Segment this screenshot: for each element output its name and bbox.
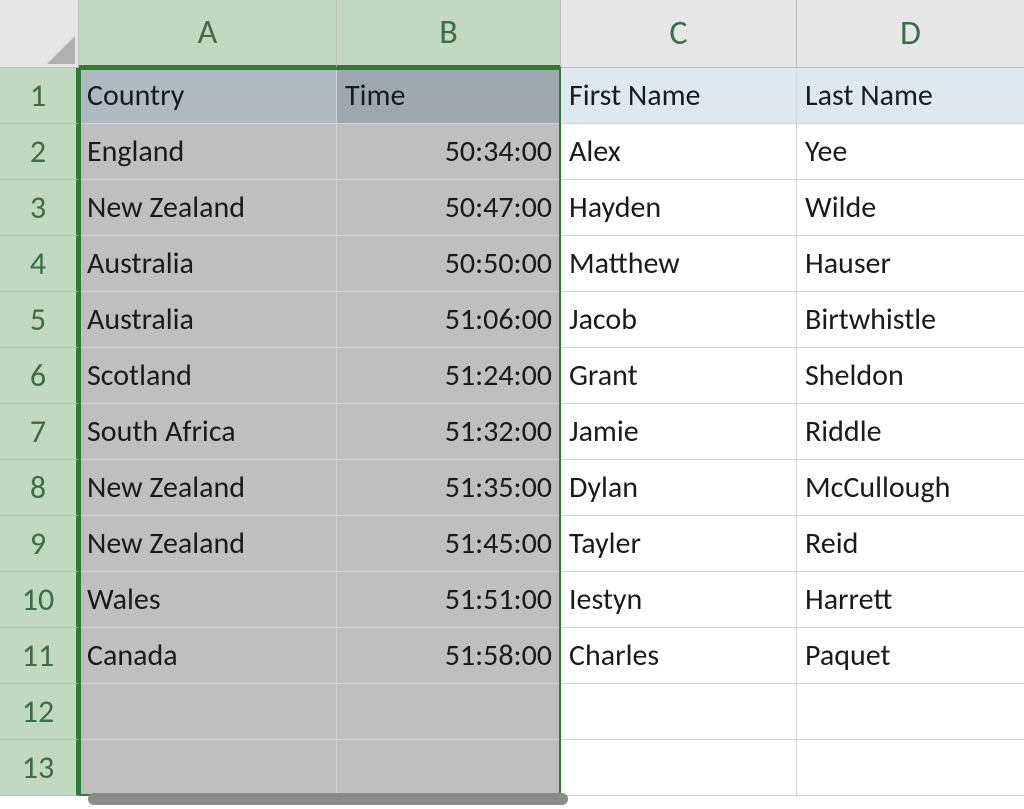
- row-header-13[interactable]: 13: [0, 740, 79, 796]
- select-all-corner[interactable]: [0, 0, 79, 68]
- column-header-C[interactable]: C: [561, 0, 797, 68]
- cell-B7[interactable]: 51:32:00: [337, 404, 561, 460]
- cell-A7[interactable]: South Africa: [79, 404, 337, 460]
- cell-A8[interactable]: New Zealand: [79, 460, 337, 516]
- row-headers: 1 2 3 4 5 6 7 8 9 10 11 12 13: [0, 68, 79, 796]
- cell-A12[interactable]: [79, 684, 337, 740]
- cell-A6[interactable]: Scotland: [79, 348, 337, 404]
- cell-C11[interactable]: Charles: [561, 628, 797, 684]
- spreadsheet: A B C D 1 2 3 4 5 6 7 8 9 10 11 12 13 Co…: [0, 0, 1024, 809]
- cell-C8[interactable]: Dylan: [561, 460, 797, 516]
- cell-B2[interactable]: 50:34:00: [337, 124, 561, 180]
- row-header-3[interactable]: 3: [0, 180, 79, 236]
- cell-D6[interactable]: Sheldon: [797, 348, 1024, 404]
- row-header-6[interactable]: 6: [0, 348, 79, 404]
- cell-B12[interactable]: [337, 684, 561, 740]
- table-row: [79, 684, 1024, 740]
- table-row: South Africa 51:32:00 Jamie Riddle: [79, 404, 1024, 460]
- cell-D12[interactable]: [797, 684, 1024, 740]
- cell-D13[interactable]: [797, 740, 1024, 796]
- select-all-triangle-icon: [47, 36, 75, 64]
- horizontal-scrollbar-thumb[interactable]: [88, 793, 568, 805]
- cell-B6[interactable]: 51:24:00: [337, 348, 561, 404]
- table-row: New Zealand 50:47:00 Hayden Wilde: [79, 180, 1024, 236]
- table-row: Australia 50:50:00 Matthew Hauser: [79, 236, 1024, 292]
- cell-D9[interactable]: Reid: [797, 516, 1024, 572]
- cell-B8[interactable]: 51:35:00: [337, 460, 561, 516]
- table-row: Country Time First Name Last Name: [79, 68, 1024, 124]
- cell-C1[interactable]: First Name: [561, 68, 797, 124]
- cell-A4[interactable]: Australia: [79, 236, 337, 292]
- cell-D1[interactable]: Last Name: [797, 68, 1024, 124]
- table-row: Australia 51:06:00 Jacob Birtwhistle: [79, 292, 1024, 348]
- cell-A1[interactable]: Country: [79, 68, 337, 124]
- row-header-5[interactable]: 5: [0, 292, 79, 348]
- cell-grid: Country Time First Name Last Name Englan…: [79, 68, 1024, 796]
- cell-D10[interactable]: Harrett: [797, 572, 1024, 628]
- row-header-9[interactable]: 9: [0, 516, 79, 572]
- cell-A10[interactable]: Wales: [79, 572, 337, 628]
- cell-C5[interactable]: Jacob: [561, 292, 797, 348]
- cell-D3[interactable]: Wilde: [797, 180, 1024, 236]
- table-row: England 50:34:00 Alex Yee: [79, 124, 1024, 180]
- row-header-12[interactable]: 12: [0, 684, 79, 740]
- row-header-4[interactable]: 4: [0, 236, 79, 292]
- cell-A9[interactable]: New Zealand: [79, 516, 337, 572]
- horizontal-scrollbar[interactable]: [88, 793, 1008, 805]
- cell-C13[interactable]: [561, 740, 797, 796]
- cell-A13[interactable]: [79, 740, 337, 796]
- row-header-2[interactable]: 2: [0, 124, 79, 180]
- row-header-11[interactable]: 11: [0, 628, 79, 684]
- cell-B5[interactable]: 51:06:00: [337, 292, 561, 348]
- cell-B13[interactable]: [337, 740, 561, 796]
- cell-D7[interactable]: Riddle: [797, 404, 1024, 460]
- row-header-1[interactable]: 1: [0, 68, 79, 124]
- cell-A3[interactable]: New Zealand: [79, 180, 337, 236]
- column-header-A[interactable]: A: [79, 0, 337, 68]
- cell-C9[interactable]: Tayler: [561, 516, 797, 572]
- cell-B1[interactable]: Time: [337, 68, 561, 124]
- column-header-D[interactable]: D: [797, 0, 1024, 68]
- cell-B11[interactable]: 51:58:00: [337, 628, 561, 684]
- cell-C4[interactable]: Matthew: [561, 236, 797, 292]
- row-header-8[interactable]: 8: [0, 460, 79, 516]
- cell-C6[interactable]: Grant: [561, 348, 797, 404]
- cell-C12[interactable]: [561, 684, 797, 740]
- table-row: [79, 740, 1024, 796]
- row-header-10[interactable]: 10: [0, 572, 79, 628]
- table-row: Canada 51:58:00 Charles Paquet: [79, 628, 1024, 684]
- cell-B4[interactable]: 50:50:00: [337, 236, 561, 292]
- cell-B3[interactable]: 50:47:00: [337, 180, 561, 236]
- row-header-7[interactable]: 7: [0, 404, 79, 460]
- column-header-B[interactable]: B: [337, 0, 561, 68]
- cell-D11[interactable]: Paquet: [797, 628, 1024, 684]
- table-row: Scotland 51:24:00 Grant Sheldon: [79, 348, 1024, 404]
- cell-C7[interactable]: Jamie: [561, 404, 797, 460]
- cell-C3[interactable]: Hayden: [561, 180, 797, 236]
- column-headers: A B C D: [79, 0, 1024, 68]
- cell-B9[interactable]: 51:45:00: [337, 516, 561, 572]
- cell-A5[interactable]: Australia: [79, 292, 337, 348]
- cell-D5[interactable]: Birtwhistle: [797, 292, 1024, 348]
- cell-D2[interactable]: Yee: [797, 124, 1024, 180]
- table-row: New Zealand 51:45:00 Tayler Reid: [79, 516, 1024, 572]
- cell-D8[interactable]: McCullough: [797, 460, 1024, 516]
- cell-C2[interactable]: Alex: [561, 124, 797, 180]
- cell-A2[interactable]: England: [79, 124, 337, 180]
- table-row: New Zealand 51:35:00 Dylan McCullough: [79, 460, 1024, 516]
- cell-C10[interactable]: Iestyn: [561, 572, 797, 628]
- cell-D4[interactable]: Hauser: [797, 236, 1024, 292]
- cell-A11[interactable]: Canada: [79, 628, 337, 684]
- table-row: Wales 51:51:00 Iestyn Harrett: [79, 572, 1024, 628]
- cell-B10[interactable]: 51:51:00: [337, 572, 561, 628]
